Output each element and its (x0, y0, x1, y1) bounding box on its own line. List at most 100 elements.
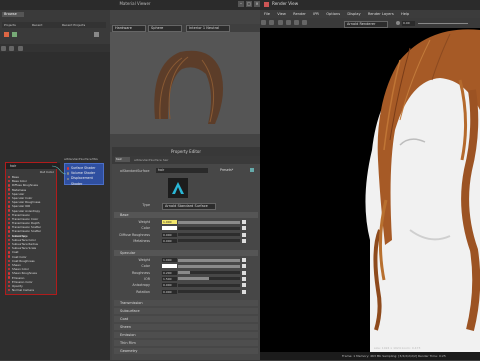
minimize-icon[interactable]: – (238, 1, 244, 7)
shader-type-select[interactable]: Arnold Standard Surface (162, 202, 216, 210)
layout-icon[interactable] (9, 46, 15, 51)
shading-group-node[interactable]: Surface Shader Volume Shader Displacemen… (64, 163, 104, 186)
section-collapsed[interactable]: Emission (114, 332, 258, 338)
property-value-field[interactable]: 1.500 (162, 276, 177, 281)
tab-projects[interactable]: Projects (4, 23, 16, 27)
menu-view[interactable]: View (277, 10, 286, 18)
frame-icon[interactable] (17, 46, 23, 51)
menu-help[interactable]: Help (401, 10, 409, 18)
settings-icon[interactable] (94, 32, 99, 37)
property-value-field[interactable]: 0.000 (162, 289, 177, 294)
graph-icon[interactable] (1, 46, 6, 51)
map-button-icon[interactable] (242, 232, 246, 237)
property-slider[interactable] (178, 283, 240, 287)
property-label: Color (141, 264, 150, 269)
menu-render[interactable]: Render (293, 10, 306, 18)
shader-icon[interactable] (12, 32, 17, 37)
property-slider[interactable] (178, 220, 240, 224)
shader-node[interactable]: hair Out Color Base Base Color Diffuse Rou… (5, 162, 60, 295)
property-slider[interactable] (178, 226, 240, 230)
map-button-icon[interactable] (242, 220, 246, 224)
section-collapsed[interactable]: Coat (114, 316, 258, 322)
node-name-field[interactable]: hair (156, 168, 208, 173)
map-button-icon[interactable] (242, 289, 246, 294)
snapshot-icon[interactable] (277, 20, 283, 25)
folder-icon[interactable] (4, 32, 9, 37)
menu-ipr[interactable]: IPR (313, 10, 319, 18)
alpha-icon[interactable] (302, 20, 308, 25)
browser-panel: Browse Projects Recent Recent Projects (0, 10, 110, 44)
property-value-field[interactable]: 0.200 (162, 270, 177, 275)
rgb-icon[interactable] (294, 20, 300, 25)
environment-select[interactable]: Interior 1 Neutral (186, 25, 230, 32)
shading-object-select[interactable]: Sphere (148, 25, 182, 32)
exposure-field[interactable]: 0.00 (402, 20, 415, 26)
section-collapsed[interactable]: Subsurface (114, 308, 258, 314)
property-row: Weight 1.000 (114, 219, 258, 225)
property-value-field[interactable]: 1.000 (162, 258, 177, 262)
node-path: aiStandardSurface hair (134, 158, 169, 162)
map-button-icon[interactable] (242, 226, 246, 231)
menu-display[interactable]: Display (347, 10, 360, 18)
menu-render-layers[interactable]: Render Layers (368, 10, 394, 18)
render-view-title: Render View (272, 1, 299, 6)
property-slider[interactable] (178, 290, 240, 293)
property-label: Metalness (133, 238, 150, 243)
property-slider[interactable] (178, 271, 240, 275)
property-label: Anisotropy (132, 283, 150, 288)
map-button-icon[interactable] (242, 264, 246, 269)
map-button-icon[interactable] (242, 270, 246, 275)
menu-file[interactable]: File (264, 10, 270, 18)
map-button-icon[interactable] (242, 238, 246, 243)
render-region-icon[interactable] (269, 20, 275, 25)
material-viewer-title: Material Viewer (119, 1, 151, 6)
property-row: IOR 1.500 (114, 276, 258, 282)
property-value-field[interactable]: 0.000 (162, 232, 177, 237)
tab-recent[interactable]: Recent (32, 23, 42, 27)
property-value-field[interactable]: 1.000 (162, 220, 177, 224)
section-specular[interactable]: Specular (114, 250, 258, 256)
property-value-field[interactable] (162, 264, 177, 269)
image-size-info: size: 1024 x 1024 zoom: 0.473 (374, 346, 421, 350)
map-button-icon[interactable] (242, 283, 246, 288)
browse-tab[interactable]: Browse (2, 12, 24, 17)
connection-wire (51, 165, 67, 175)
property-slider[interactable] (178, 264, 240, 268)
property-label: Rotation (136, 289, 150, 294)
property-slider[interactable] (178, 239, 240, 243)
property-value-field[interactable] (162, 226, 177, 231)
presets-button[interactable]: Presets* (220, 168, 233, 172)
section-collapsed[interactable]: Geometry (114, 348, 258, 354)
tab-hair[interactable]: hair (115, 157, 130, 162)
shader-type-label: Type (142, 203, 150, 207)
property-slider[interactable] (178, 233, 240, 237)
render-view-icon (264, 2, 269, 7)
node-name-row: aiStandardSurface hair Presets* (114, 166, 258, 176)
render-view-toolbar: Arnold Renderer 0.00 (260, 18, 480, 28)
property-slider[interactable] (178, 258, 240, 262)
renderer-dropdown[interactable]: Arnold Renderer (344, 20, 388, 28)
section-collapsed[interactable]: Sheen (114, 324, 258, 330)
section-base[interactable]: Base (114, 212, 258, 218)
ipr-icon[interactable] (285, 20, 291, 25)
tab-recent-projects[interactable]: Recent Projects (62, 23, 85, 27)
renderer-select[interactable]: Hardware (112, 25, 146, 32)
menu-options[interactable]: Options (326, 10, 340, 18)
material-preview (110, 24, 260, 134)
property-slider[interactable] (178, 277, 240, 281)
property-value-field[interactable]: 0.000 (162, 283, 177, 288)
maximize-icon[interactable]: □ (246, 1, 252, 7)
property-row: Anisotropy 0.000 (114, 282, 258, 288)
map-button-icon[interactable] (242, 276, 246, 281)
section-collapsed[interactable]: Thin Film (114, 340, 258, 346)
map-button-icon[interactable] (242, 258, 246, 262)
exposure-slider[interactable] (418, 22, 468, 24)
render-frame-icon[interactable] (261, 20, 266, 25)
hair-preview-image (110, 24, 260, 134)
shader-attribute-list: Base Base Color Diffuse Roughness Metalness… (6, 175, 56, 292)
property-value-field[interactable]: 0.000 (162, 238, 177, 243)
shader-port[interactable]: Normal Camera (6, 288, 56, 292)
section-collapsed[interactable]: Transmission (114, 300, 258, 306)
link-icon[interactable] (250, 168, 254, 172)
port-displacement-shader[interactable]: Displacement Shader (65, 176, 103, 186)
